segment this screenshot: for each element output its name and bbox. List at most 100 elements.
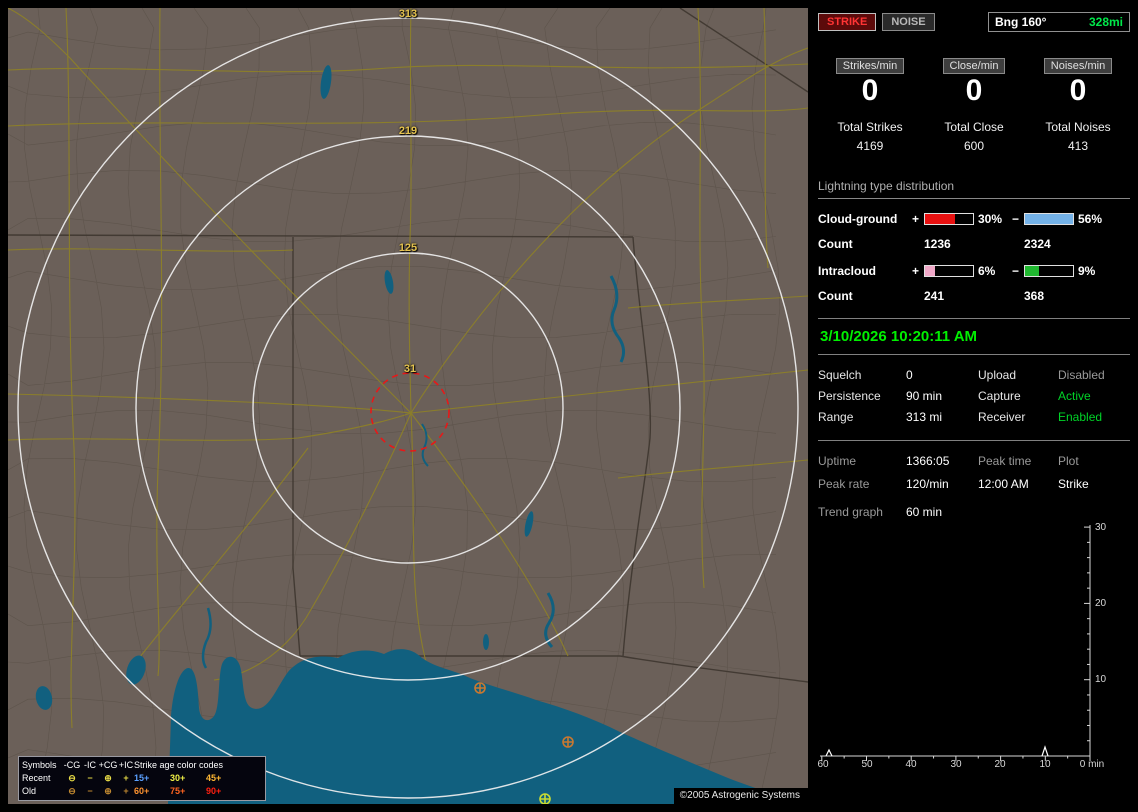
bearing-label: Bng 160° — [995, 15, 1047, 29]
age-code-45: 45+ — [206, 773, 222, 783]
persistence-label: Persistence — [818, 389, 881, 403]
rate-counters: Strikes/min 0 Total Strikes 4169 Close/m… — [818, 58, 1130, 153]
pos-ic-old-icon: + — [123, 786, 129, 796]
trend-graph-row: Trend graph 60 min — [818, 505, 1130, 519]
mode-toolbar: STRIKE NOISE Bng 160° 328mi — [818, 12, 1130, 32]
ic-positive-count: 241 — [924, 289, 945, 303]
x-tick-60: 60 — [817, 759, 829, 770]
trend-graph-label: Trend graph — [818, 505, 883, 519]
persistence-value: 90 min — [906, 389, 943, 403]
noise-mode-button[interactable]: NOISE — [882, 13, 935, 31]
legend-header-pos-cg: +CG — [98, 760, 118, 770]
cg-negative-pct: 56% — [1078, 212, 1103, 226]
strike-mode-button[interactable]: STRIKE — [818, 13, 877, 31]
cloud-ground-label: Cloud-ground — [818, 212, 898, 226]
ic-count-label: Count — [818, 289, 853, 303]
bearing-display: Bng 160° 328mi — [988, 12, 1130, 32]
capture-label: Capture — [978, 389, 1021, 403]
plot-value: Strike — [1058, 477, 1089, 491]
y-tick-30: 30 — [1095, 522, 1107, 533]
peak-time-value: 12:00 AM — [978, 477, 1029, 491]
cg-count-label: Count — [818, 237, 853, 251]
graph-axes — [820, 525, 1091, 761]
strikes-counter: Strikes/min 0 Total Strikes 4169 — [818, 58, 922, 153]
receiver-status: Enabled — [1058, 410, 1103, 424]
neg-ic-recent-icon: − — [87, 773, 93, 783]
minus-sign: − — [1012, 264, 1020, 278]
strike-rate-trace — [825, 745, 1049, 757]
upload-label: Upload — [978, 368, 1017, 382]
legend-header-pos-ic: +IC — [118, 760, 134, 770]
squelch-label: Squelch — [818, 368, 862, 382]
y-tick-10: 10 — [1095, 674, 1107, 685]
x-tick-40: 40 — [905, 759, 917, 770]
minus-sign: − — [1012, 212, 1020, 226]
age-code-75: 75+ — [170, 786, 186, 796]
cg-negative-bar-fill — [1025, 214, 1073, 224]
ic-positive-bar-fill — [925, 266, 935, 276]
x-tick-10: 10 — [1039, 759, 1051, 770]
upload-status: Disabled — [1058, 368, 1105, 382]
peak-time-label: Peak time — [978, 454, 1032, 468]
intracloud-row: Intracloud + 6% − 9% — [818, 264, 1130, 278]
intracloud-count-row: Count 241 368 — [818, 289, 1130, 303]
ic-negative-pct: 9% — [1078, 264, 1096, 278]
noises-counter: Noises/min 0 Total Noises 413 — [1026, 58, 1130, 153]
cg-positive-count: 1236 — [924, 237, 951, 251]
pos-ic-recent-icon: + — [123, 773, 129, 783]
y-tick-20: 20 — [1095, 598, 1107, 609]
close-counter: Close/min 0 Total Close 600 — [922, 58, 1026, 153]
age-code-30: 30+ — [170, 773, 186, 783]
strike-icon — [539, 793, 551, 804]
uptime-value: 1366:05 — [906, 454, 950, 468]
total-strikes-value: 4169 — [856, 139, 884, 153]
range-label: Range — [818, 410, 854, 424]
distribution-section-title: Lightning type distribution — [818, 179, 1130, 199]
ic-positive-bar — [924, 265, 974, 277]
trend-graph-value: 60 min — [906, 505, 943, 519]
range-ring-label: 125 — [398, 242, 418, 254]
noises-per-min-value: 0 — [1069, 74, 1087, 107]
close-per-min-label: Close/min — [942, 58, 1006, 74]
total-close-value: 600 — [963, 139, 985, 153]
bearing-distance: 328mi — [1088, 15, 1123, 29]
cg-negative-bar — [1024, 213, 1074, 225]
copyright-text: ©2005 Astrogenic Systems — [673, 788, 808, 804]
strikes-per-min-value: 0 — [861, 74, 879, 107]
x-tick-30: 30 — [950, 759, 962, 770]
total-noises-label: Total Noises — [1045, 120, 1111, 134]
close-per-min-value: 0 — [965, 74, 983, 107]
legend-header-neg-cg: -CG — [63, 760, 81, 770]
ic-negative-bar-fill — [1025, 266, 1040, 276]
cg-positive-bar-fill — [925, 214, 955, 224]
legend-old-label: Old — [22, 786, 37, 796]
intracloud-label: Intracloud — [818, 264, 877, 278]
pos-cg-recent-icon: ⊕ — [104, 773, 112, 783]
legend-recent-label: Recent — [22, 773, 51, 783]
lightning-map[interactable]: 313 219 125 31 Symbols -CG -IC +CG +IC S… — [8, 8, 808, 804]
map-legend: Symbols -CG -IC +CG +IC Strike age color… — [18, 756, 266, 801]
x-tick-20: 20 — [994, 759, 1006, 770]
ic-negative-count: 368 — [1024, 289, 1045, 303]
settings-grid: Squelch 0 Upload Disabled Persistence 90… — [818, 368, 1130, 424]
cg-positive-pct: 30% — [978, 212, 1003, 226]
range-value: 313 mi — [906, 410, 943, 424]
status-panel: STRIKE NOISE Bng 160° 328mi Strikes/min … — [817, 12, 1130, 804]
capture-status: Active — [1058, 389, 1091, 403]
age-code-15: 15+ — [134, 773, 150, 783]
age-code-90: 90+ — [206, 786, 222, 796]
plot-label: Plot — [1058, 454, 1079, 468]
cloud-ground-count-row: Count 1236 2324 — [818, 237, 1130, 251]
datetime-display: 3/10/2026 10:20:11 AM — [818, 318, 1130, 355]
peak-rate-value: 120/min — [906, 477, 949, 491]
trend-graph-canvas — [820, 525, 1091, 761]
receiver-label: Receiver — [978, 410, 1026, 424]
neg-ic-old-icon: − — [87, 786, 93, 796]
range-ring-label: 31 — [403, 363, 417, 375]
strike-icon — [474, 682, 486, 694]
uptime-label: Uptime — [818, 454, 857, 468]
total-close-label: Total Close — [944, 120, 1004, 134]
stats-grid: Uptime 1366:05 Peak time Plot Peak rate … — [818, 440, 1130, 491]
squelch-value: 0 — [906, 368, 913, 382]
legend-header-neg-ic: -IC — [84, 760, 96, 770]
